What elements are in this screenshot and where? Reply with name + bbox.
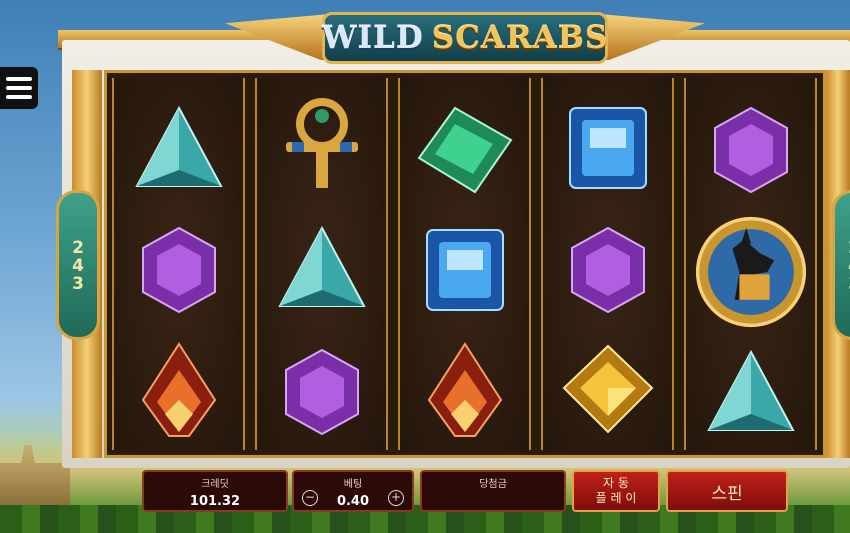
reel-3 [398, 78, 531, 450]
credit-value: 101.32 [189, 494, 241, 509]
autoplay-label-line2: 플 레 이 [595, 491, 637, 505]
diamond-green-gem [417, 106, 512, 194]
spin-button[interactable]: 스핀 [666, 470, 788, 512]
menu-hamburger-icon[interactable] [0, 67, 38, 109]
bet-increase-button[interactable]: + [388, 490, 404, 506]
ways-count-right: 243 [844, 238, 850, 292]
kite-red-gem [427, 342, 502, 437]
game-title-logo: WILD SCARABS [322, 12, 608, 64]
square-blue-gem [568, 107, 647, 189]
ways-badge-left: 243 [56, 190, 100, 340]
hexagon-purple-gem [570, 226, 645, 314]
diamond-yellow-gem [562, 344, 653, 434]
ways-count-left: 243 [68, 238, 88, 292]
kite-red-gem [141, 342, 216, 437]
reel-2 [255, 78, 388, 450]
reel-1 [112, 78, 245, 450]
reel-5 [684, 78, 817, 450]
square-blue-gem [425, 229, 504, 311]
credit-label: 크레딧 [201, 479, 229, 490]
reel-4 [541, 78, 674, 450]
hexagon-purple-gem [284, 348, 359, 436]
autoplay-button[interactable]: 자 동 플 레 이 [572, 470, 660, 512]
hexagon-purple-gem [713, 106, 788, 194]
spin-label: 스핀 [711, 483, 743, 504]
reels-area [104, 70, 826, 458]
bet-decrease-button[interactable]: − [302, 490, 318, 506]
triangle-cyan-gem [277, 225, 366, 307]
triangle-cyan-gem [706, 349, 795, 431]
triangle-cyan-gem [134, 105, 223, 187]
bet-panel: 베팅 0.40 − + [292, 470, 414, 512]
ankh-symbol [285, 98, 358, 188]
hexagon-purple-gem [141, 226, 216, 314]
title-wild: WILD [321, 20, 424, 56]
ways-badge-right: 243 [832, 190, 850, 340]
credit-panel: 크레딧 101.32 [142, 470, 288, 512]
win-label: 당첨금 [479, 479, 507, 490]
title-scarabs: SCARABS [431, 20, 609, 56]
anubis-coin-symbol [695, 216, 806, 328]
bet-label: 베팅 [343, 479, 363, 490]
win-panel: 당첨금 [420, 470, 566, 512]
autoplay-label-line1: 자 동 [603, 476, 629, 490]
